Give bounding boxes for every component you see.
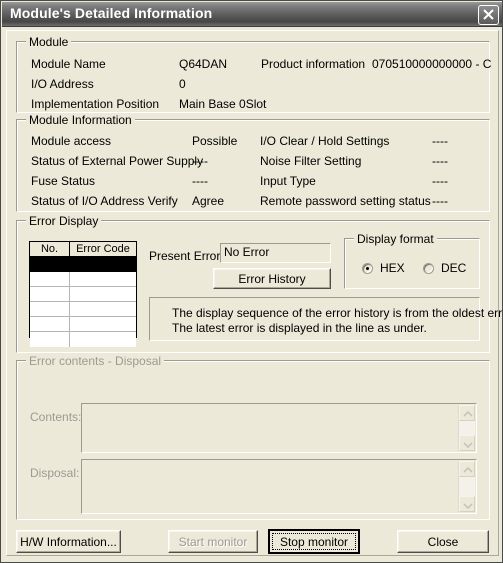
cell-no (30, 317, 70, 332)
contents-scrollbar[interactable] (458, 405, 475, 451)
window-title: Module's Detailed Information (10, 5, 213, 21)
error-contents-disposal-group: Error contents - Disposal Contents: Disp… (16, 354, 490, 520)
radio-dec[interactable]: DEC (423, 261, 466, 275)
present-error-label: Present Error (149, 249, 221, 263)
table-row[interactable] (30, 287, 136, 302)
radio-hex-label: HEX (380, 261, 405, 275)
cell-no (30, 287, 70, 302)
present-error-field: No Error (220, 243, 331, 263)
cell-error-code (70, 257, 136, 272)
module-detailed-information-dialog: Module's Detailed Information Module Mod… (0, 0, 503, 563)
radio-dec-label: DEC (441, 261, 467, 275)
io-clear-hold-label: I/O Clear / Hold Settings (260, 134, 390, 148)
noise-filter-value: ---- (432, 154, 448, 168)
io-address-label: I/O Address (31, 77, 94, 91)
display-format-group: Display format HEX DEC (344, 232, 480, 289)
start-monitor-button: Start monitor (168, 530, 258, 553)
chevron-up-icon[interactable] (459, 405, 475, 421)
cell-no (30, 332, 70, 347)
table-row[interactable] (30, 332, 136, 347)
cell-error-code (70, 287, 136, 302)
disposal-scrollbar[interactable] (458, 461, 475, 512)
error-display-group-title: Error Display (26, 214, 102, 228)
focus-rectangle (272, 533, 356, 550)
remote-password-value: ---- (432, 194, 448, 208)
chevron-up-icon[interactable] (459, 461, 475, 477)
table-header-no: No. (30, 242, 70, 257)
io-address-value: 0 (179, 77, 186, 91)
cell-no (30, 302, 70, 317)
close-button[interactable]: Close (397, 530, 489, 553)
module-access-value: Possible (192, 134, 238, 148)
module-access-label: Module access (31, 134, 112, 148)
error-table[interactable]: No. Error Code (29, 241, 137, 347)
dialog-body: Module Module Name Q64DAN I/O Address 0 … (2, 27, 502, 562)
error-contents-group-title: Error contents - Disposal (26, 354, 165, 368)
info-line-1: The display sequence of the error histor… (172, 306, 503, 320)
fuse-status-label: Fuse Status (31, 174, 96, 188)
module-group: Module Module Name Q64DAN I/O Address 0 … (16, 35, 492, 113)
hw-information-button[interactable]: H/W Information... (16, 530, 121, 553)
table-row[interactable] (30, 257, 136, 272)
cell-no (30, 257, 70, 272)
module-information-group: Module Information Module access Possibl… (16, 113, 490, 212)
radio-hex[interactable]: HEX (362, 261, 405, 275)
io-clear-hold-value: ---- (432, 134, 448, 148)
product-information-value: 070510000000000 - C (372, 57, 492, 71)
display-format-group-title: Display format (354, 232, 437, 246)
external-power-supply-value: ---- (192, 154, 208, 168)
stop-monitor-button[interactable]: Stop monitor (268, 529, 360, 554)
external-power-supply-label: Status of External Power Supply (31, 154, 204, 168)
noise-filter-label: Noise Filter Setting (260, 154, 362, 168)
implementation-position-value: Main Base 0Slot (179, 97, 267, 111)
cell-error-code (70, 302, 136, 317)
cell-error-code (70, 332, 136, 347)
disposal-textarea[interactable] (81, 459, 477, 514)
info-line-2: The latest error is displayed in the lin… (172, 321, 427, 335)
cell-no (30, 272, 70, 287)
io-address-verify-label: Status of I/O Address Verify (31, 194, 178, 208)
module-name-label: Module Name (31, 57, 106, 71)
fuse-status-value: ---- (192, 174, 208, 188)
present-error-value: No Error (224, 245, 270, 259)
table-row[interactable] (30, 317, 136, 332)
close-icon[interactable] (478, 5, 499, 25)
module-information-group-title: Module Information (26, 113, 135, 127)
table-header-error-code: Error Code (70, 242, 136, 257)
error-history-info-panel: The display sequence of the error histor… (149, 297, 502, 341)
error-history-button[interactable]: Error History (213, 268, 331, 289)
cell-error-code (70, 317, 136, 332)
radio-hex-indicator (362, 262, 373, 274)
table-row[interactable] (30, 302, 136, 317)
chevron-down-icon[interactable] (459, 435, 475, 451)
contents-textarea[interactable] (81, 403, 477, 453)
remote-password-label: Remote password setting status (260, 194, 431, 208)
disposal-label: Disposal: (30, 466, 80, 480)
module-group-title: Module (26, 35, 72, 49)
product-information-label: Product information (261, 57, 366, 71)
table-header-row: No. Error Code (30, 242, 136, 257)
title-bar: Module's Detailed Information (2, 2, 502, 27)
error-display-group: Error Display No. Error Code Present Err… (16, 214, 502, 353)
implementation-position-label: Implementation Position (31, 97, 160, 111)
contents-label: Contents: (30, 410, 82, 424)
table-row[interactable] (30, 272, 136, 287)
module-name-value: Q64DAN (179, 57, 228, 71)
input-type-value: ---- (432, 174, 448, 188)
input-type-label: Input Type (260, 174, 316, 188)
cell-error-code (70, 272, 136, 287)
chevron-down-icon[interactable] (459, 496, 475, 512)
radio-dec-indicator (423, 262, 434, 274)
io-address-verify-value: Agree (192, 194, 225, 208)
